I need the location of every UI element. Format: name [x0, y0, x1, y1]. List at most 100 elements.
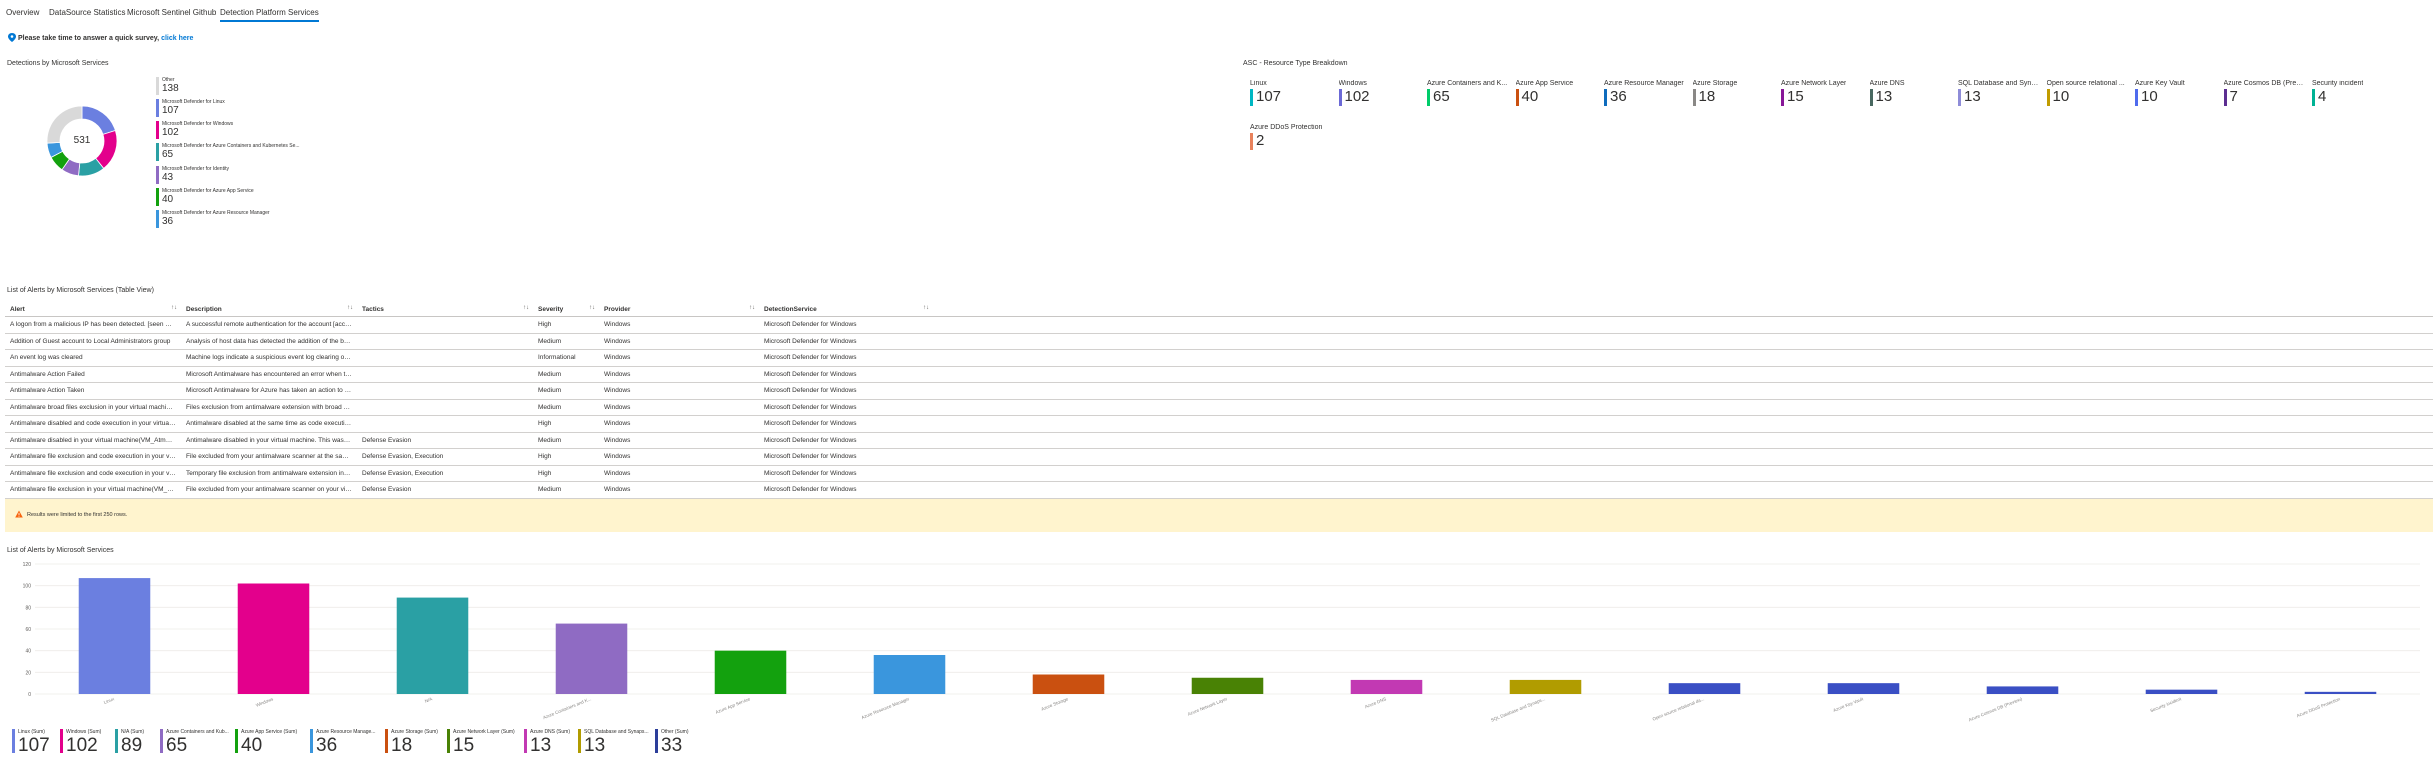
column-header-description[interactable]: Description ↑↓	[181, 302, 357, 317]
cell-alert: Antimalware Action Failed	[5, 366, 181, 383]
sort-icon[interactable]: ↑↓	[923, 305, 929, 311]
bar[interactable]	[2145, 689, 2218, 694]
asc-tile-label: Azure DNS	[1869, 80, 1905, 87]
legend-value: 33	[661, 735, 683, 756]
table-row[interactable]: Antimalware disabled in your virtual mac…	[5, 432, 2433, 449]
bar[interactable]	[237, 583, 310, 695]
barchart-title: List of Alerts by Microsoft Services	[7, 547, 114, 554]
column-header-tactics[interactable]: Tactics ↑↓	[357, 302, 533, 317]
bar[interactable]	[1509, 679, 1582, 694]
x-tick-label: SQL Database and Synaps...	[1490, 696, 1546, 722]
tab-sentinel-github[interactable]: Microsoft Sentinel Github	[127, 8, 216, 17]
cell-severity: High	[533, 415, 599, 433]
cell-provider: Windows	[599, 399, 759, 416]
cell-filler	[933, 366, 2433, 383]
cell-description: Analysis of host data has detected the a…	[181, 333, 357, 350]
table-row[interactable]: Addition of Guest account to Local Admin…	[5, 333, 2433, 350]
sort-icon[interactable]: ↑↓	[523, 305, 529, 311]
cell-provider: Windows	[599, 382, 759, 400]
legend-value: 65	[166, 735, 188, 756]
sort-icon[interactable]: ↑↓	[347, 305, 353, 311]
sort-icon[interactable]: ↑↓	[171, 305, 177, 311]
cell-alert: Antimalware broad files exclusion in you…	[5, 399, 181, 416]
donut-slice[interactable]	[81, 105, 116, 135]
column-label: DetectionService	[764, 305, 817, 313]
legend-swatch	[156, 77, 159, 95]
tab-overview[interactable]: Overview	[6, 8, 39, 17]
cell-description: Antimalware disabled in your virtual mac…	[181, 432, 357, 449]
column-label: Alert	[10, 305, 25, 313]
asc-tile-swatch	[1338, 89, 1342, 106]
bar[interactable]	[1827, 683, 1900, 694]
cell-description: File excluded from your antimalware scan…	[181, 448, 357, 466]
column-header-detection-service[interactable]: DetectionService ↑↓	[759, 302, 933, 317]
cell-detection-service: Microsoft Defender for Windows	[759, 366, 933, 383]
table-row[interactable]: A logon from a malicious IP has been det…	[5, 316, 2433, 334]
asc-tile-swatch	[1958, 89, 1961, 106]
asc-tile-swatch	[1250, 89, 1253, 106]
x-tick-label: Open source relational da...	[1652, 696, 1705, 721]
tab-detection-platform-services[interactable]: Detection Platform Services	[220, 8, 319, 22]
tab-datasource-statistics[interactable]: DataSource Statistics	[49, 8, 125, 17]
table-row[interactable]: Antimalware Action Failed Microsoft Antim…	[5, 366, 2433, 383]
tab-bar: Overview DataSource Statistics Microsoft…	[0, 0, 2433, 22]
cell-description: Antimalware disabled at the same time as…	[181, 415, 357, 433]
cell-alert: Antimalware file exclusion in your virtu…	[5, 481, 181, 499]
cell-alert: Antimalware file exclusion and code exec…	[5, 465, 181, 482]
legend-value: 138	[162, 83, 179, 94]
asc-tile-label: Windows	[1338, 80, 1367, 87]
bar[interactable]	[555, 623, 628, 694]
cell-detection-service: Microsoft Defender for Windows	[759, 481, 933, 499]
cell-tactics	[357, 349, 533, 367]
cell-tactics	[357, 399, 533, 416]
legend-value: 40	[162, 194, 174, 205]
cell-description: Files exclusion from antimalware extensi…	[181, 399, 357, 416]
y-tick-label: 40	[25, 649, 31, 655]
legend-value: 15	[453, 735, 475, 756]
table-row[interactable]: Antimalware file exclusion and code exec…	[5, 448, 2433, 466]
results-limited-warning: Results were limited to the first 250 ro…	[5, 499, 2433, 532]
asc-tile-swatch	[2223, 89, 2227, 106]
bar[interactable]	[1986, 686, 2059, 694]
bar[interactable]	[396, 597, 469, 694]
table-row[interactable]: An event log was cleared Machine logs ind…	[5, 349, 2433, 367]
survey-link[interactable]: click here	[161, 35, 193, 42]
table-row[interactable]: Antimalware broad files exclusion in you…	[5, 399, 2433, 416]
bar[interactable]	[78, 578, 151, 694]
y-tick-label: 20	[25, 670, 31, 676]
cell-severity: Medium	[533, 399, 599, 416]
asc-tile-value: 18	[1698, 88, 1716, 105]
bar[interactable]	[1668, 683, 1741, 694]
column-header-severity[interactable]: Severity ↑↓	[533, 302, 599, 317]
cell-tactics: Defense Evasion, Execution	[357, 465, 533, 482]
table-row[interactable]: Antimalware Action Taken Microsoft Antima…	[5, 382, 2433, 400]
cell-provider: Windows	[599, 366, 759, 383]
bar[interactable]	[1032, 674, 1105, 695]
asc-tile-label: SQL Database and Syna...	[1958, 80, 2040, 87]
x-tick-label: Azure Cosmos DB (Preview)	[1968, 696, 2023, 722]
sort-icon[interactable]: ↑↓	[749, 305, 755, 311]
cell-provider: Windows	[599, 316, 759, 334]
cell-tactics: Defense Evasion, Execution	[357, 448, 533, 466]
sort-icon[interactable]: ↑↓	[589, 305, 595, 311]
table-row[interactable]: Antimalware file exclusion in your virtu…	[5, 481, 2433, 499]
x-tick-label: Linux	[103, 696, 116, 705]
bar[interactable]	[1350, 679, 1423, 694]
y-tick-label: 80	[25, 605, 31, 611]
legend-swatch	[156, 166, 159, 184]
cell-description: Microsoft Antimalware for Azure has take…	[181, 382, 357, 400]
column-header-alert[interactable]: Alert ↑↓	[5, 302, 181, 317]
asc-tile-value: 40	[1521, 88, 1539, 105]
cell-severity: Medium	[533, 481, 599, 499]
legend-label: Microsoft Defender for Azure App Service	[162, 188, 254, 194]
table-row[interactable]: Antimalware disabled and code execution …	[5, 415, 2433, 433]
legend-value: 102	[162, 127, 179, 138]
table-row[interactable]: Antimalware file exclusion and code exec…	[5, 465, 2433, 482]
cell-severity: High	[533, 448, 599, 466]
bar[interactable]	[1191, 677, 1264, 694]
column-label: Provider	[604, 305, 631, 313]
bar[interactable]	[873, 655, 946, 694]
bar[interactable]	[714, 650, 787, 694]
bar[interactable]	[2304, 691, 2377, 694]
column-header-provider[interactable]: Provider ↑↓	[599, 302, 759, 317]
